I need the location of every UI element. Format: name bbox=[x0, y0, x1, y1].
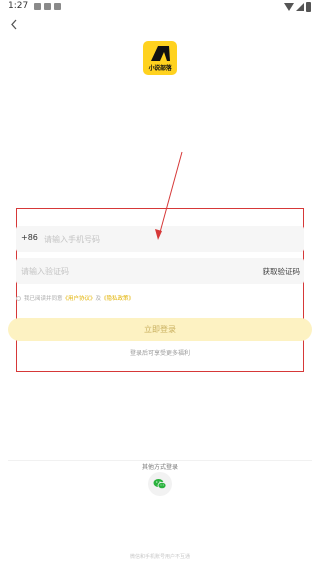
status-indicators bbox=[284, 2, 312, 12]
notification-icon bbox=[34, 3, 41, 10]
signal-icon bbox=[296, 3, 304, 11]
verification-code-input[interactable] bbox=[21, 260, 221, 282]
login-hint: 登录后可享受更多福利 bbox=[129, 350, 190, 357]
back-arrow-icon[interactable] bbox=[8, 18, 22, 32]
phone-field[interactable]: +86 bbox=[16, 226, 304, 252]
status-time: 1:27 bbox=[8, 1, 29, 11]
footer-note: 微信和手机账号用户不互通 bbox=[129, 554, 190, 560]
privacy-policy-link[interactable]: 《隐私政策》 bbox=[101, 296, 134, 302]
notification-icon bbox=[54, 3, 61, 10]
tent-icon bbox=[151, 46, 170, 61]
battery-icon bbox=[306, 2, 311, 12]
wechat-icon bbox=[153, 479, 167, 490]
agreement-prefix: 我已阅读并同意 bbox=[24, 296, 63, 302]
notification-icon bbox=[44, 3, 51, 10]
status-bar: 1:27 bbox=[0, 0, 320, 14]
get-code-button[interactable]: 获取验证码 bbox=[263, 266, 301, 277]
other-login-label: 其他方式登录 bbox=[0, 454, 320, 473]
user-agreement-link[interactable]: 《用户协议》 bbox=[63, 296, 96, 302]
other-login-text: 其他方式登录 bbox=[137, 464, 182, 471]
app-logo: 小说部落 bbox=[143, 41, 177, 75]
wechat-login-button[interactable] bbox=[148, 472, 172, 496]
country-code[interactable]: +86 bbox=[21, 233, 38, 242]
logo-text: 小说部落 bbox=[148, 65, 172, 72]
phone-input[interactable] bbox=[44, 228, 294, 250]
agreement-row: 我已阅读并同意《用户协议》及《隐私政策》 bbox=[16, 294, 134, 304]
wifi-icon bbox=[284, 3, 294, 11]
login-button[interactable]: 立即登录 bbox=[8, 318, 312, 341]
verification-code-field[interactable]: 获取验证码 bbox=[16, 258, 304, 284]
agreement-checkbox[interactable] bbox=[16, 296, 21, 301]
